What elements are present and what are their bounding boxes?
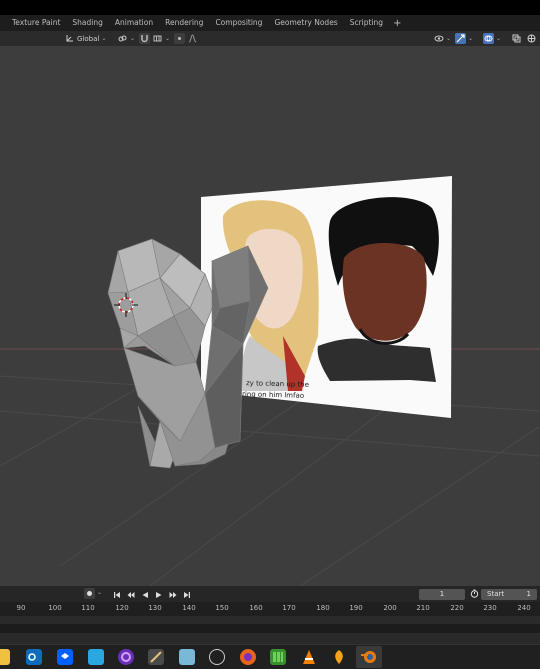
tab-animation[interactable]: Animation: [109, 15, 159, 31]
timeline-track-area[interactable]: [0, 616, 540, 644]
3d-viewport[interactable]: zy to clean up the ring on him lmfao: [0, 46, 540, 586]
ruler-tick: 210: [416, 604, 430, 612]
ruler-tick: 140: [182, 604, 196, 612]
ruler-tick: 90: [16, 604, 26, 612]
chevron-down-icon: ⌄: [496, 35, 502, 42]
shading-wireframe-toggle[interactable]: [526, 33, 537, 44]
outlook-icon[interactable]: [26, 649, 42, 665]
gizmo-dropdown[interactable]: ⌄: [455, 33, 473, 44]
chrome-icon[interactable]: [209, 649, 225, 665]
shading-icon: [526, 33, 537, 44]
chevron-down-icon: ⌄: [165, 35, 171, 42]
play-reverse-icon[interactable]: [139, 589, 150, 600]
chevron-down-icon: ⌄: [468, 35, 474, 42]
chevron-down-icon: ⌄: [130, 35, 136, 42]
ruler-tick: 190: [349, 604, 363, 612]
xray-icon: [511, 33, 522, 44]
snap-group[interactable]: ⌄: [139, 33, 170, 44]
dropbox-icon[interactable]: [57, 649, 73, 665]
windows-taskbar: [0, 644, 540, 669]
prev-keyframe-icon[interactable]: [125, 589, 136, 600]
ruler-tick: 220: [450, 604, 464, 612]
image-caption-line2: ring on him lmfao: [241, 390, 305, 400]
proportional-icon: [174, 33, 185, 44]
playback-controls: [111, 589, 192, 600]
circle-app-icon[interactable]: [118, 649, 134, 665]
firefox-icon[interactable]: [240, 649, 256, 665]
timeline-ruler[interactable]: 90 100 110 120 130 140 150 160 170 180 1…: [0, 602, 540, 616]
tab-rendering[interactable]: Rendering: [159, 15, 209, 31]
ruler-tick: 110: [81, 604, 95, 612]
vlc-icon[interactable]: [301, 649, 317, 665]
fl-studio-icon[interactable]: [331, 649, 347, 665]
magnet-icon: [139, 33, 150, 44]
overlay-icon: [483, 33, 494, 44]
ruler-tick: 240: [517, 604, 531, 612]
tab-texture-paint[interactable]: Texture Paint: [6, 15, 66, 31]
ruler-tick: 170: [282, 604, 296, 612]
ruler-tick: 150: [215, 604, 229, 612]
record-button[interactable]: [84, 588, 95, 599]
grid-snap-icon: [152, 33, 163, 44]
falloff-icon: [187, 33, 198, 44]
gizmo-icon: [455, 33, 466, 44]
image-caption-line1: zy to clean up the: [245, 379, 310, 389]
tab-scripting[interactable]: Scripting: [344, 15, 389, 31]
ruler-tick: 180: [316, 604, 330, 612]
play-icon[interactable]: [153, 589, 164, 600]
pivot-dropdown[interactable]: ⌄: [117, 33, 135, 44]
ruler-tick: 230: [483, 604, 497, 612]
orientation-label: Global: [77, 34, 100, 43]
workspace-tabs: Texture Paint Shading Animation Renderin…: [0, 15, 540, 31]
minecraft-icon[interactable]: [270, 649, 286, 665]
jump-end-icon[interactable]: [181, 589, 192, 600]
viewport-canvas: [0, 176, 540, 586]
start-frame-field[interactable]: Start 1: [481, 589, 537, 600]
chevron-down-icon: ⌄: [101, 35, 107, 42]
file-explorer-icon[interactable]: [0, 649, 10, 665]
ruler-tick: 130: [148, 604, 162, 612]
tab-compositing[interactable]: Compositing: [209, 15, 268, 31]
brush-app-icon[interactable]: [148, 649, 164, 665]
axes-icon: [64, 33, 75, 44]
paint-icon[interactable]: [88, 649, 104, 665]
add-workspace-button[interactable]: +: [389, 18, 405, 29]
visibility-dropdown[interactable]: ⌄: [433, 33, 451, 44]
jump-start-icon[interactable]: [111, 589, 122, 600]
ruler-tick: 200: [383, 604, 397, 612]
viewport-header: Global ⌄ ⌄ ⌄ ⌄ ⌄ ⌄: [0, 31, 540, 46]
link-icon: [117, 33, 128, 44]
tab-shading[interactable]: Shading: [66, 15, 108, 31]
stopwatch-icon: [469, 588, 480, 599]
start-value: 1: [526, 590, 531, 598]
blender-icon[interactable]: [356, 646, 382, 668]
current-frame-field[interactable]: 1: [419, 589, 465, 600]
notes-icon[interactable]: [179, 649, 195, 665]
chevron-down-icon: ⌄: [446, 35, 452, 42]
start-label: Start: [487, 590, 505, 598]
ruler-tick: 120: [115, 604, 129, 612]
chevron-down-icon[interactable]: ⌄: [97, 589, 102, 596]
ruler-tick: 160: [249, 604, 263, 612]
timeline-scrollbar[interactable]: [0, 624, 540, 633]
proportional-group[interactable]: [174, 33, 198, 44]
tab-geometry-nodes[interactable]: Geometry Nodes: [268, 15, 343, 31]
next-keyframe-icon[interactable]: [167, 589, 178, 600]
overlay-dropdown[interactable]: ⌄: [483, 33, 501, 44]
orientation-dropdown[interactable]: Global ⌄: [64, 33, 106, 44]
visibility-icon: [433, 33, 444, 44]
ruler-tick: 100: [48, 604, 62, 612]
top-bar: [0, 0, 540, 15]
xray-toggle[interactable]: [511, 33, 522, 44]
dark-character-face: [342, 243, 427, 341]
